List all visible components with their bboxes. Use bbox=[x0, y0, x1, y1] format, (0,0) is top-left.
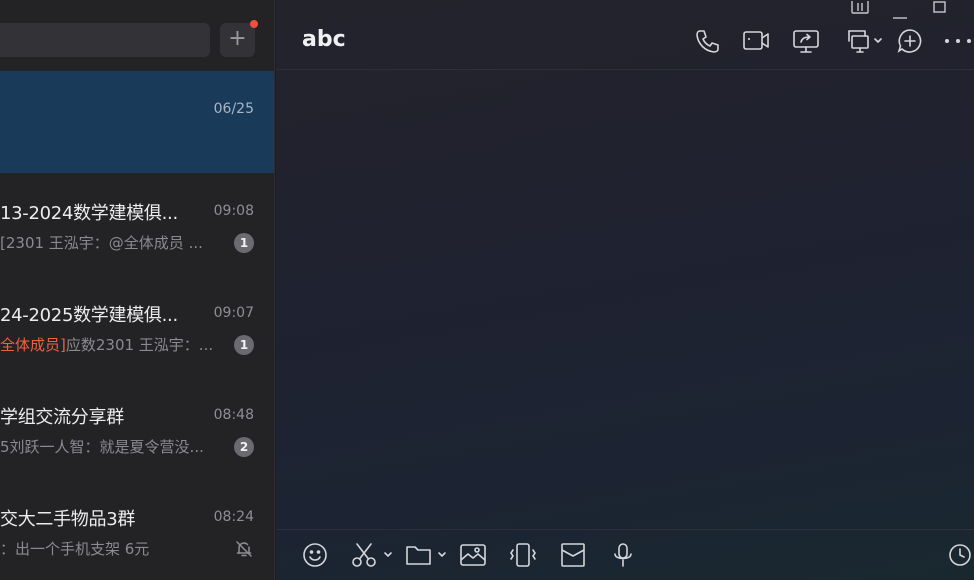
scissors-icon[interactable] bbox=[351, 542, 393, 568]
chat-header: abc bbox=[276, 0, 974, 70]
more-icon[interactable] bbox=[944, 38, 974, 44]
input-toolbar bbox=[276, 529, 974, 580]
chat-name: 学组交流分享群 bbox=[0, 407, 124, 428]
screen-capture-icon[interactable] bbox=[844, 28, 882, 54]
chat-time: 08:48 bbox=[213, 407, 254, 423]
notification-dot bbox=[250, 20, 258, 28]
microphone-icon[interactable] bbox=[610, 542, 636, 568]
chat-preview: 5刘跃一人智：就是夏令营没... bbox=[0, 436, 230, 457]
chat-preview-text: ：出一个手机支架 6元 bbox=[0, 540, 150, 558]
chat-preview: [2301 王泓宇：@全体成员 ... bbox=[0, 232, 230, 253]
unread-badge: 2 bbox=[234, 437, 254, 457]
maximize-icon[interactable] bbox=[930, 0, 950, 19]
minimize-icon[interactable] bbox=[890, 5, 910, 24]
folder-icon[interactable] bbox=[405, 542, 447, 568]
chat-item[interactable]: 13-2024数学建模俱... 09:08 [2301 王泓宇：@全体成员 ..… bbox=[0, 173, 274, 275]
chat-item[interactable]: 交大二手物品3群 08:24 ：出一个手机支架 6元 bbox=[0, 479, 274, 580]
chat-item[interactable]: 06/25 bbox=[0, 71, 274, 173]
search-input[interactable] bbox=[0, 23, 210, 57]
chat-list: 06/25 13-2024数学建模俱... 09:08 [2301 王泓宇：@全… bbox=[0, 71, 274, 580]
screen-share-icon[interactable] bbox=[792, 28, 820, 54]
chat-preview-text: [2301 王泓宇：@全体成员 ... bbox=[0, 234, 203, 252]
chat-time: 09:07 bbox=[213, 305, 254, 321]
mention-tag: 全体成员] bbox=[0, 336, 66, 354]
video-call-icon[interactable] bbox=[742, 28, 770, 54]
chat-name: 24-2025数学建模俱... bbox=[0, 305, 178, 326]
image-icon[interactable] bbox=[459, 542, 487, 568]
add-button[interactable]: + bbox=[220, 23, 255, 57]
mute-bell-icon bbox=[234, 539, 254, 559]
chat-preview: ：出一个手机支架 6元 bbox=[0, 538, 230, 559]
chat-window: abc bbox=[276, 0, 974, 580]
add-circle-icon[interactable] bbox=[897, 28, 923, 54]
pin-icon[interactable] bbox=[850, 0, 870, 19]
red-packet-icon[interactable] bbox=[560, 542, 586, 568]
message-area[interactable] bbox=[276, 71, 974, 529]
unread-badge: 1 bbox=[234, 233, 254, 253]
chat-time: 09:08 bbox=[213, 203, 254, 219]
unread-badge: 1 bbox=[234, 335, 254, 355]
chat-preview: 全体成员]应数2301 王泓宇：... bbox=[0, 334, 230, 355]
chat-time: 06/25 bbox=[213, 101, 254, 117]
shake-icon[interactable] bbox=[508, 542, 538, 568]
chat-item[interactable]: 24-2025数学建模俱... 09:07 全体成员]应数2301 王泓宇：..… bbox=[0, 275, 274, 377]
chat-name: 交大二手物品3群 bbox=[0, 509, 136, 530]
emoji-icon[interactable] bbox=[302, 542, 328, 568]
search-row: + bbox=[0, 0, 274, 70]
chat-sidebar: + 06/25 13-2024数学建模俱... 09:08 [2301 王泓宇：… bbox=[0, 0, 275, 580]
chat-name: 13-2024数学建模俱... bbox=[0, 203, 178, 224]
chat-item[interactable]: 学组交流分享群 08:48 5刘跃一人智：就是夏令营没... 2 bbox=[0, 377, 274, 479]
history-icon[interactable] bbox=[947, 543, 973, 567]
phone-icon[interactable] bbox=[694, 28, 720, 54]
chat-title: abc bbox=[302, 27, 346, 52]
chat-time: 08:24 bbox=[213, 509, 254, 525]
chat-preview-text: 5刘跃一人智：就是夏令营没... bbox=[0, 438, 204, 456]
chat-preview-text: 应数2301 王泓宇：... bbox=[65, 336, 214, 354]
